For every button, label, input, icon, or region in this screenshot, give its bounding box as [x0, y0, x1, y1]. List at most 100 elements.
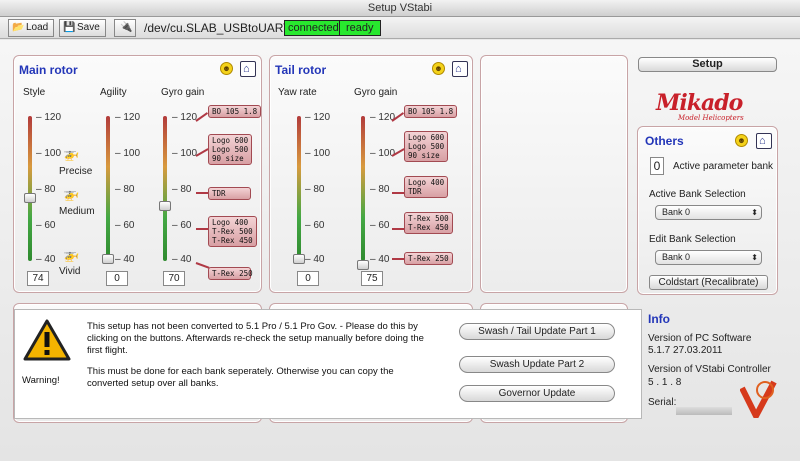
- save-button[interactable]: 💾 Save: [59, 19, 106, 37]
- load-button[interactable]: 📂 Load: [8, 19, 55, 37]
- smiley-icon[interactable]: ☻: [735, 134, 748, 147]
- main-gyro-tick: – 40: [172, 254, 192, 265]
- active-bank-value: 0: [650, 157, 664, 175]
- warning-line: converted setup over all banks.: [87, 378, 219, 389]
- main-gyro-tick: – 60: [172, 220, 192, 231]
- disk-icon: 💾: [63, 22, 76, 33]
- yaw-slider-thumb[interactable]: [293, 254, 305, 264]
- agility-slider-thumb[interactable]: [102, 254, 114, 264]
- save-label: Save: [77, 22, 100, 33]
- smiley-icon[interactable]: ☻: [432, 62, 445, 75]
- setup-button[interactable]: Setup: [638, 57, 777, 72]
- home-icon[interactable]: ⌂: [452, 61, 468, 77]
- style-tick: – 80: [36, 184, 56, 195]
- updown-arrows-icon: ⬍: [751, 253, 758, 262]
- load-label: Load: [26, 22, 49, 33]
- vstabi-logo-icon: [740, 380, 777, 418]
- pc-software-version: 5.1.7 27.03.2011: [648, 345, 723, 356]
- main-gyro-value-field[interactable]: 70: [163, 271, 185, 286]
- swash-tail-update-part1-button[interactable]: Swash / Tail Update Part 1: [459, 323, 615, 340]
- home-icon[interactable]: ⌂: [756, 133, 772, 149]
- gyro-tag: T-Rex 250: [208, 267, 253, 280]
- agility-tick: – 100: [115, 148, 141, 159]
- tail-rotor-panel: Tail rotor ☻ ⌂ Yaw rate Gyro gain – 120 …: [269, 55, 473, 293]
- tail-gyro-tick: – 40: [370, 254, 390, 265]
- tag-pointer: [195, 112, 209, 122]
- mikado-logo: Mikado: [656, 90, 743, 116]
- helicopter-icon: 🚁: [63, 186, 80, 201]
- tail-gyro-tag: T-Rex 500 T-Rex 450: [404, 212, 453, 234]
- status-connected: connected: [284, 20, 343, 36]
- usb-port-icon: 🔌: [120, 22, 133, 33]
- style-slider-track[interactable]: [28, 116, 32, 261]
- tail-gyro-slider-track[interactable]: [361, 116, 365, 261]
- style-tick: – 60: [36, 220, 56, 231]
- helicopter-icon: 🚁: [63, 146, 80, 161]
- agility-label: Agility: [100, 87, 127, 98]
- home-icon[interactable]: ⌂: [240, 61, 256, 77]
- yaw-tick: – 60: [305, 220, 325, 231]
- style-tick: – 120: [36, 112, 62, 123]
- serial-value-field: [676, 407, 732, 415]
- gyro-tag: TDR: [208, 187, 251, 200]
- tail-gyro-tick: – 100: [370, 148, 396, 159]
- preset-vivid: Vivid: [59, 266, 81, 277]
- active-bank-select-value: Bank 0: [662, 207, 691, 217]
- main-gyro-slider-thumb[interactable]: [159, 201, 171, 211]
- port-path: /dev/cu.SLAB_USBtoUART: [144, 21, 291, 35]
- style-value-field[interactable]: 74: [27, 271, 49, 286]
- yaw-tick: – 100: [305, 148, 331, 159]
- active-bank-label: Active parameter bank: [673, 161, 774, 172]
- empty-panel: [480, 55, 628, 293]
- yaw-tick: – 120: [305, 112, 331, 123]
- agility-tick: – 120: [115, 112, 141, 123]
- smiley-icon[interactable]: ☻: [220, 62, 233, 75]
- yaw-value-field[interactable]: 0: [297, 271, 319, 286]
- warning-line: clicking on the buttons. Afterwards re-c…: [87, 333, 424, 344]
- edit-bank-selection-label: Edit Bank Selection: [649, 234, 736, 245]
- coldstart-button[interactable]: Coldstart (Recalibrate): [649, 275, 768, 290]
- governor-update-button[interactable]: Governor Update: [459, 385, 615, 402]
- tail-gyro-tag: BO 105 1.8: [404, 105, 458, 118]
- serial-label: Serial:: [648, 397, 677, 408]
- style-tick: – 100: [36, 148, 62, 159]
- tail-gyro-value-field[interactable]: 75: [361, 271, 383, 286]
- window-title: Setup VStabi: [0, 0, 800, 17]
- yaw-tick: – 40: [305, 254, 325, 265]
- yaw-slider-track[interactable]: [297, 116, 301, 261]
- tail-gyro-label: Gyro gain: [354, 87, 398, 98]
- warning-box: Warning! This setup has not been convert…: [14, 309, 642, 419]
- active-bank-select[interactable]: Bank 0 ⬍: [655, 205, 762, 220]
- gyro-tag: BO 105 1.8: [208, 105, 262, 118]
- main-gyro-label: Gyro gain: [161, 87, 205, 98]
- gyro-tag: Logo 400 T-Rex 500 T-Rex 450: [208, 216, 257, 247]
- toolbar: 📂 Load 💾 Save 🔌 /dev/cu.SLAB_USBtoUART con…: [0, 17, 800, 39]
- agility-value-field[interactable]: 0: [106, 271, 128, 286]
- swash-update-part2-button[interactable]: Swash Update Part 2: [459, 356, 615, 373]
- agility-tick: – 60: [115, 220, 135, 231]
- main-rotor-panel: Main rotor ☻ ⌂ Style Agility Gyro gain –…: [13, 55, 262, 293]
- active-bank-selection-label: Active Bank Selection: [649, 189, 746, 200]
- warning-line: first flight.: [87, 345, 128, 356]
- others-title: Others: [645, 134, 684, 148]
- tail-gyro-tag: Logo 600 Logo 500 90 size: [404, 131, 449, 162]
- pc-software-label: Version of PC Software: [648, 333, 752, 344]
- warning-caption: Warning!: [22, 375, 60, 386]
- main-gyro-slider-track[interactable]: [163, 116, 167, 261]
- gyro-tag: Logo 600 Logo 500 90 size: [208, 134, 253, 165]
- status-ready: ready: [339, 20, 381, 36]
- others-panel: Others ☻ ⌂ 0 Active parameter bank Activ…: [637, 126, 778, 295]
- controller-version-label: Version of VStabi Controller: [648, 364, 771, 375]
- style-slider-thumb[interactable]: [24, 193, 36, 203]
- agility-tick: – 40: [115, 254, 135, 265]
- preset-precise: Precise: [59, 166, 93, 177]
- main-gyro-tick: – 120: [172, 112, 198, 123]
- edit-bank-select[interactable]: Bank 0 ⬍: [655, 250, 762, 265]
- port-select-button[interactable]: 🔌: [114, 19, 136, 37]
- tail-gyro-slider-thumb[interactable]: [357, 260, 369, 270]
- tail-rotor-title: Tail rotor: [275, 63, 327, 77]
- agility-slider-track[interactable]: [106, 116, 110, 261]
- tail-gyro-tick: – 80: [370, 184, 390, 195]
- mikado-logo-subtitle: Model Helicopters: [678, 114, 744, 122]
- yaw-tick: – 80: [305, 184, 325, 195]
